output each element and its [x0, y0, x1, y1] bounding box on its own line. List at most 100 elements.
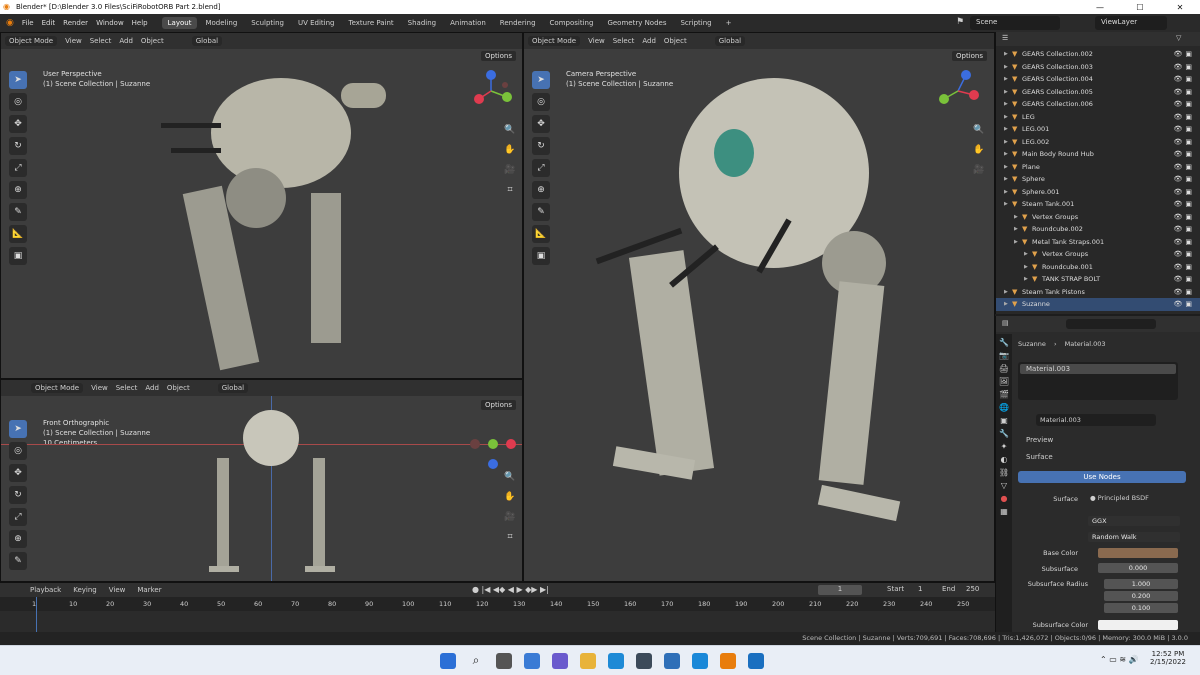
tab-rendering[interactable]: Rendering: [494, 17, 542, 29]
select-tool-icon[interactable]: ➤: [532, 71, 550, 89]
outliner-row[interactable]: ▶ ▼ Steam Tank Pistons 👁▣: [996, 286, 1200, 299]
tab-animation[interactable]: Animation: [444, 17, 492, 29]
expand-arrow-icon[interactable]: ▶: [1024, 276, 1032, 282]
blender-taskbar-icon[interactable]: [720, 653, 736, 669]
material-slot-list[interactable]: Material.003: [1018, 362, 1178, 400]
expand-arrow-icon[interactable]: ▶: [1024, 264, 1032, 270]
cursor-tool-icon[interactable]: ◎: [9, 442, 27, 460]
scene-selector[interactable]: Scene: [970, 16, 1060, 30]
expand-arrow-icon[interactable]: ▶: [1004, 189, 1012, 195]
menu-select[interactable]: Select: [116, 384, 138, 392]
outliner-row[interactable]: ▶ ▼ GEARS Collection.004 👁▣: [996, 73, 1200, 86]
navigation-gizmo[interactable]: [471, 69, 521, 113]
properties-search-input[interactable]: [1066, 319, 1156, 329]
outliner-row[interactable]: ▶ ▼ GEARS Collection.006 👁▣: [996, 98, 1200, 111]
expand-arrow-icon[interactable]: ▶: [1004, 126, 1012, 132]
outliner-type-icon[interactable]: ☰: [1002, 34, 1008, 42]
menu-select[interactable]: Select: [90, 37, 112, 45]
expand-arrow-icon[interactable]: ▶: [1004, 151, 1012, 157]
menu-window[interactable]: Window: [96, 19, 124, 27]
physics-tab-icon[interactable]: ◐: [1001, 455, 1008, 464]
menu-add[interactable]: Add: [642, 37, 656, 45]
visibility-toggle-icon[interactable]: 👁▣: [1173, 275, 1195, 283]
transform-tool-icon[interactable]: ⊕: [9, 181, 27, 199]
pan-hand-icon[interactable]: ✋: [972, 145, 986, 159]
subsurface-color-swatch[interactable]: [1098, 620, 1178, 630]
add-cube-tool-icon[interactable]: ▣: [9, 247, 27, 265]
subsurface-radius-y[interactable]: 0.200: [1104, 591, 1178, 601]
surface-shader-field[interactable]: ● Principled BSDF: [1090, 493, 1180, 504]
outliner-row[interactable]: ▶ ▼ Steam Tank.001 👁▣: [996, 198, 1200, 211]
material-tab-icon[interactable]: ●: [1001, 494, 1008, 503]
visibility-toggle-icon[interactable]: 👁▣: [1173, 288, 1195, 296]
material-name-field[interactable]: Material.003: [1036, 414, 1156, 426]
outliner-row[interactable]: ▶ ▼ GEARS Collection.003 👁▣: [996, 61, 1200, 74]
expand-arrow-icon[interactable]: ▶: [1004, 176, 1012, 182]
pan-hand-icon[interactable]: ✋: [503, 492, 517, 506]
scale-tool-icon[interactable]: ⤢: [532, 159, 550, 177]
visibility-toggle-icon[interactable]: 👁▣: [1173, 225, 1195, 233]
zoom-icon[interactable]: 🔍: [503, 472, 517, 486]
annotate-tool-icon[interactable]: ✎: [532, 203, 550, 221]
task-view-icon[interactable]: [496, 653, 512, 669]
outliner-row[interactable]: ▶ ▼ LEG.002 👁▣: [996, 136, 1200, 149]
outliner-row[interactable]: ▶ ▼ LEG.001 👁▣: [996, 123, 1200, 136]
visibility-toggle-icon[interactable]: 👁▣: [1173, 125, 1195, 133]
navigation-gizmo[interactable]: [467, 434, 519, 470]
keying-menu[interactable]: Keying: [73, 586, 97, 594]
scene-tab-icon[interactable]: 🎬: [999, 390, 1009, 399]
file-explorer-icon[interactable]: [580, 653, 596, 669]
menu-add[interactable]: Add: [145, 384, 159, 392]
object-mode-dropdown[interactable]: Object Mode: [528, 36, 581, 46]
menu-object[interactable]: Object: [167, 384, 190, 392]
tool-tab-icon[interactable]: 🔧: [999, 338, 1009, 347]
outliner-row[interactable]: ▶ ▼ Roundcube.002 👁▣: [996, 223, 1200, 236]
visibility-toggle-icon[interactable]: 👁▣: [1173, 175, 1195, 183]
annotate-tool-icon[interactable]: ✎: [9, 203, 27, 221]
visibility-toggle-icon[interactable]: 👁▣: [1173, 50, 1195, 58]
pan-hand-icon[interactable]: ✋: [503, 145, 517, 159]
viewport-front-orthographic[interactable]: Object Mode View Select Add Object Globa…: [0, 379, 523, 582]
robot-model-camera[interactable]: [584, 73, 924, 543]
grid-view-icon[interactable]: ⌗: [503, 185, 517, 199]
select-tool-icon[interactable]: ➤: [9, 71, 27, 89]
close-button[interactable]: ✕: [1160, 3, 1200, 12]
measure-tool-icon[interactable]: 📐: [532, 225, 550, 243]
view-menu[interactable]: View: [109, 586, 126, 594]
robot-model-perspective[interactable]: [161, 63, 421, 379]
tab-modeling[interactable]: Modeling: [199, 17, 243, 29]
texture-tab-icon[interactable]: ▦: [1000, 507, 1008, 516]
marker-menu[interactable]: Marker: [137, 586, 161, 594]
search-icon[interactable]: ⌕: [468, 653, 484, 669]
system-tray-icons[interactable]: ⌃ ▭ ≋ 🔊: [1100, 655, 1139, 664]
visibility-toggle-icon[interactable]: 👁▣: [1173, 150, 1195, 158]
add-cube-tool-icon[interactable]: ▣: [532, 247, 550, 265]
orientation-dropdown[interactable]: Global: [714, 36, 746, 46]
playhead[interactable]: [36, 597, 37, 633]
output-tab-icon[interactable]: 🖨: [999, 364, 1009, 373]
constraints-tab-icon[interactable]: ⛓: [999, 468, 1009, 477]
grid-view-icon[interactable]: ⌗: [503, 532, 517, 546]
transform-tool-icon[interactable]: ⊕: [532, 181, 550, 199]
store-icon[interactable]: [636, 653, 652, 669]
visibility-toggle-icon[interactable]: 👁▣: [1173, 63, 1195, 71]
outliner-row[interactable]: ▶ ▼ Sphere.001 👁▣: [996, 186, 1200, 199]
use-nodes-button[interactable]: Use Nodes: [1018, 471, 1186, 483]
visibility-toggle-icon[interactable]: 👁▣: [1173, 113, 1195, 121]
orientation-dropdown[interactable]: Global: [217, 383, 249, 393]
expand-arrow-icon[interactable]: ▶: [1004, 101, 1012, 107]
menu-object[interactable]: Object: [664, 37, 687, 45]
visibility-toggle-icon[interactable]: 👁▣: [1173, 100, 1195, 108]
end-frame-field[interactable]: 250: [966, 585, 979, 593]
blender-menu-icon[interactable]: ◉: [6, 18, 14, 28]
clock[interactable]: 12:52 PM 2/15/2022: [1150, 650, 1186, 666]
subsurface-field[interactable]: 0.000: [1098, 563, 1178, 573]
maximize-button[interactable]: ☐: [1120, 3, 1160, 12]
expand-arrow-icon[interactable]: ▶: [1004, 76, 1012, 82]
tab-layout[interactable]: Layout: [161, 17, 198, 29]
base-color-swatch[interactable]: [1098, 548, 1178, 558]
visibility-toggle-icon[interactable]: 👁▣: [1173, 238, 1195, 246]
visibility-toggle-icon[interactable]: 👁▣: [1173, 188, 1195, 196]
menu-view[interactable]: View: [65, 37, 82, 45]
particles-tab-icon[interactable]: ✦: [1001, 442, 1008, 451]
